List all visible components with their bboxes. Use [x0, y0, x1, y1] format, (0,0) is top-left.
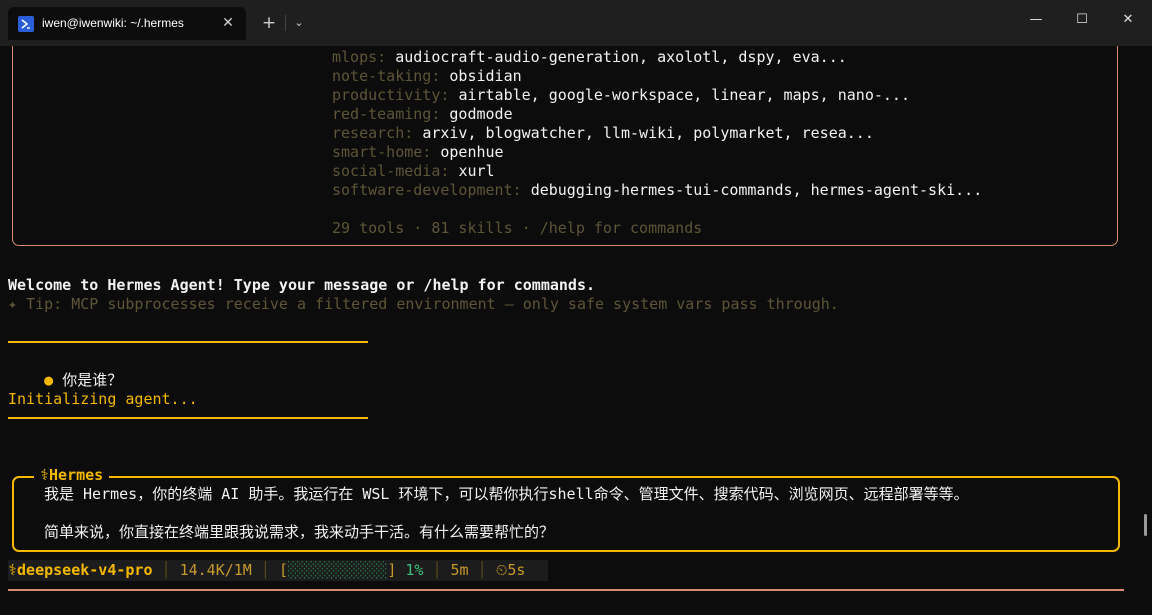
- tip-line: ✦ Tip: MCP subprocesses receive a filter…: [8, 295, 839, 313]
- maximize-button[interactable]: ☐: [1068, 10, 1096, 30]
- terminal-tab[interactable]: iwen@iwenwiki: ~/.hermes ✕: [8, 7, 246, 40]
- response-line-1: 我是 Hermes，你的终端 AI 助手。我运行在 WSL 环境下，可以帮你执行…: [44, 485, 969, 503]
- user-message-text: 你是谁？: [62, 371, 123, 389]
- skill-category: note-taking:: [332, 67, 441, 85]
- tab-close-icon[interactable]: ✕: [220, 15, 236, 31]
- skill-category: mlops:: [332, 48, 387, 66]
- skill-items: audiocraft-audio-generation, axolotl, ds…: [395, 48, 847, 66]
- skill-row: productivity: airtable, google-workspace…: [332, 86, 910, 105]
- minimize-button[interactable]: —: [1022, 10, 1050, 30]
- skill-row: red-teaming: godmode: [332, 105, 513, 124]
- status-sep: │: [477, 561, 487, 579]
- skill-items: godmode: [449, 105, 513, 123]
- skill-items: xurl: [458, 162, 495, 180]
- status-bar: ⚕deepseek-v4-pro │ 14.4K/1M │ [░░░░░░░░░…: [8, 560, 548, 581]
- session-time: 5m: [450, 561, 469, 579]
- context-progress-bar: ░░░░░░░░░░░: [287, 561, 388, 579]
- new-tab-button[interactable]: +: [260, 14, 278, 32]
- skill-row: research: arxiv, blogwatcher, llm-wiki, …: [332, 124, 874, 143]
- status-sep: │: [432, 561, 442, 579]
- divider-bottom: [8, 417, 368, 419]
- divider-top: [8, 341, 368, 343]
- welcome-message: Welcome to Hermes Agent! Type your messa…: [8, 276, 595, 294]
- skill-row: software-development: debugging-hermes-t…: [332, 181, 982, 200]
- context-percent: 1%: [405, 561, 424, 579]
- skill-row: smart-home: openhue: [332, 143, 504, 162]
- bullet-icon: ●: [44, 371, 54, 389]
- user-message: ● 你是谁？: [8, 352, 122, 389]
- skill-row: note-taking: obsidian: [332, 67, 522, 86]
- skill-category: smart-home:: [332, 143, 432, 161]
- skill-items: airtable, google-workspace, linear, maps…: [458, 86, 910, 104]
- terminal-area[interactable]: mlops: audiocraft-audio-generation, axol…: [0, 46, 1152, 615]
- tab-separator: [285, 15, 286, 31]
- timer-value: ⏲5s: [495, 561, 526, 579]
- title-bar: iwen@iwenwiki: ~/.hermes ✕ + ⌄ — ☐ ✕: [0, 0, 1152, 46]
- summary-line: 29 tools · 81 skills · /help for command…: [332, 219, 703, 237]
- skill-category: productivity:: [332, 86, 450, 104]
- skill-items: obsidian: [449, 67, 522, 85]
- skill-row: social-media: xurl: [332, 162, 495, 181]
- status-sep: │: [161, 561, 171, 579]
- powershell-icon: [18, 16, 34, 32]
- close-window-button[interactable]: ✕: [1114, 10, 1142, 30]
- skill-items: debugging-hermes-tui-commands, hermes-ag…: [530, 181, 983, 199]
- token-count: 14.4K/1M: [179, 561, 252, 579]
- input-divider: [8, 589, 1124, 591]
- skill-category: research:: [332, 124, 414, 142]
- skill-items: openhue: [440, 143, 504, 161]
- skill-row: mlops: audiocraft-audio-generation, axol…: [332, 48, 847, 67]
- progress-close: ]: [387, 561, 397, 579]
- skill-category: software-development:: [332, 181, 522, 199]
- skill-category: social-media:: [332, 162, 450, 180]
- banner-box: [12, 46, 1118, 246]
- response-line-2: 简单来说，你直接在终端里跟我说需求，我来动手干活。有什么需要帮忙的？: [44, 523, 555, 541]
- model-name: ⚕deepseek-v4-pro: [8, 561, 153, 579]
- chevron-down-icon[interactable]: ⌄: [291, 14, 307, 32]
- progress-open: [: [278, 561, 288, 579]
- tab-title: iwen@iwenwiki: ~/.hermes: [42, 16, 184, 30]
- initializing-text: Initializing agent...: [8, 390, 198, 408]
- skill-category: red-teaming:: [332, 105, 441, 123]
- status-sep: │: [260, 561, 270, 579]
- skill-items: arxiv, blogwatcher, llm-wiki, polymarket…: [422, 124, 874, 142]
- scrollbar-thumb[interactable]: [1144, 514, 1147, 536]
- response-label: ⚕Hermes: [34, 465, 110, 485]
